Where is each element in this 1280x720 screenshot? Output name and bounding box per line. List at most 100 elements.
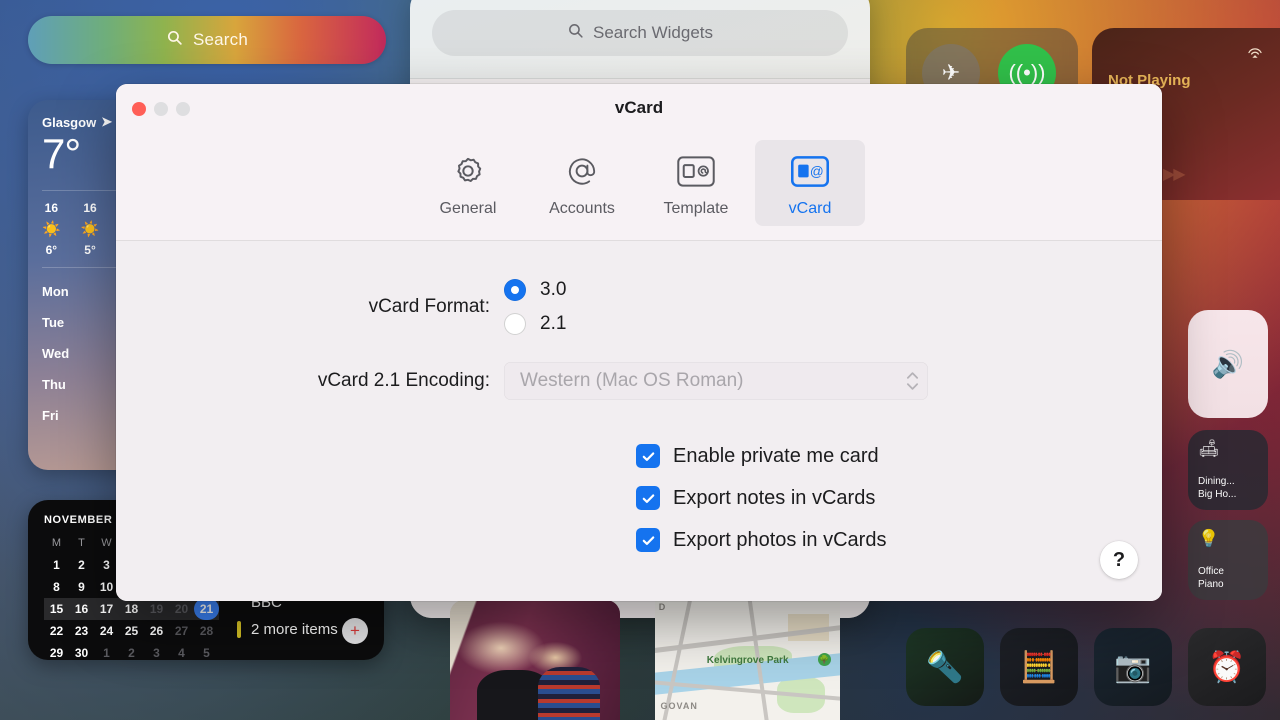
dock: 🔦 🧮 📷 ⏰ xyxy=(906,628,1266,706)
preferences-toolbar: General Accounts Template @ vCard xyxy=(116,140,1162,226)
widget-search-field[interactable]: Search Widgets xyxy=(432,10,848,56)
airplay-icon[interactable] xyxy=(1246,42,1264,65)
checkbox-export-notes-label: Export notes in vCards xyxy=(673,486,876,509)
radio-option-21[interactable]: 2.1 xyxy=(504,313,566,335)
calendar-day: 4 xyxy=(178,646,185,660)
calendar-day: 2 xyxy=(78,558,85,572)
calendar-day: 28 xyxy=(199,624,214,638)
template-icon xyxy=(676,150,716,192)
lamp-icon: 💡 xyxy=(1198,529,1220,548)
home-scene-tile[interactable]: 🛋 Dining... Big Ho... xyxy=(1188,430,1268,510)
calendar-day-today: 21 xyxy=(194,598,219,620)
weather-day-name: Wed xyxy=(42,346,70,362)
photos-widget[interactable] xyxy=(450,600,620,720)
calendar-weekday: M xyxy=(51,537,62,549)
weather-day-name: Fri xyxy=(42,408,59,424)
airplane-icon: ✈ xyxy=(941,60,961,85)
radio-21-indicator[interactable] xyxy=(504,313,526,335)
home-search-placeholder: Search xyxy=(192,30,249,49)
checkbox-enable-private-me-card[interactable]: Enable private me card xyxy=(636,444,1162,468)
vcard-format-label: vCard Format: xyxy=(368,296,490,317)
at-sign-icon xyxy=(564,150,600,192)
speaker-volume-icon: 🔊 xyxy=(1211,348,1245,379)
tab-accounts-label: Accounts xyxy=(549,200,615,217)
home-light-tile[interactable]: 💡 Office Piano xyxy=(1188,520,1268,600)
home-lights-icon: 🛋 xyxy=(1198,439,1220,458)
calendar-day: 26 xyxy=(149,624,164,638)
flashlight-icon[interactable]: 🔦 xyxy=(906,628,984,706)
alarm-clock-icon[interactable]: ⏰ xyxy=(1188,628,1266,706)
vcard-format-radio-group: 3.0 2.1 xyxy=(504,279,566,335)
calendar-day: 15 xyxy=(49,602,64,616)
calendar-add-button[interactable]: + xyxy=(342,618,368,644)
search-icon xyxy=(166,29,183,51)
chevron-updown-icon xyxy=(906,371,919,391)
checkbox-indicator[interactable] xyxy=(636,528,660,552)
tab-template[interactable]: Template xyxy=(641,140,751,226)
tab-general-label: General xyxy=(439,200,497,217)
checkbox-export-notes[interactable]: Export notes in vCards xyxy=(636,486,1162,510)
fast-forward-icon[interactable]: ▶▶ xyxy=(1163,164,1186,184)
page-title: vCard xyxy=(614,98,664,117)
weather-city-label: Glasgow xyxy=(42,114,97,130)
home-search-bar[interactable]: Search xyxy=(28,16,386,64)
calendar-day: 17 xyxy=(99,602,114,616)
camera-icon[interactable]: 📷 xyxy=(1094,628,1172,706)
photo-subject-two xyxy=(538,667,600,720)
calendar-day: 20 xyxy=(174,602,189,616)
weather-day-name: Thu xyxy=(42,377,66,393)
help-button[interactable]: ? xyxy=(1100,541,1138,579)
calendar-day: 5 xyxy=(203,646,210,660)
tab-template-label: Template xyxy=(663,200,729,217)
gear-icon xyxy=(450,150,486,192)
checkbox-enable-private-me-card-label: Enable private me card xyxy=(673,444,879,467)
weather-day-name: Mon xyxy=(42,284,69,300)
calculator-icon[interactable]: 🧮 xyxy=(1000,628,1078,706)
event-color-bar xyxy=(237,621,241,638)
preferences-content: vCard Format: 3.0 2.1 vCard 2.1 Encoding… xyxy=(116,241,1162,601)
calendar-day: 30 xyxy=(74,646,89,660)
widget-search-placeholder: Search Widgets xyxy=(593,23,713,42)
home-scene-line2: Big Ho... xyxy=(1198,488,1237,500)
checkbox-export-photos[interactable]: Export photos in vCards xyxy=(636,528,1162,552)
map-corner-label: D xyxy=(658,602,667,613)
home-scene-label: Dining... Big Ho... xyxy=(1198,476,1258,501)
sun-icon: ☀️ xyxy=(42,221,61,239)
vcard-icon: @ xyxy=(790,150,830,192)
radio-30-indicator[interactable] xyxy=(504,279,526,301)
tab-general[interactable]: General xyxy=(413,140,523,226)
calendar-day: 8 xyxy=(53,580,60,594)
home-light-line1: Office xyxy=(1198,566,1224,577)
volume-control[interactable]: 🔊 xyxy=(1188,310,1268,418)
home-scene-line1: Dining... xyxy=(1198,476,1235,487)
checkbox-indicator[interactable] xyxy=(636,486,660,510)
checkbox-indicator[interactable] xyxy=(636,444,660,468)
radio-30-label: 3.0 xyxy=(540,279,567,300)
weather-hour-temp: 6° xyxy=(45,243,58,258)
sun-icon: ☀️ xyxy=(80,221,100,239)
checkbox-export-photos-label: Export photos in vCards xyxy=(673,528,887,551)
maps-widget[interactable]: D Kelvingrove Park 🌳 GOVAN xyxy=(655,600,840,720)
radio-option-30[interactable]: 3.0 xyxy=(504,279,566,301)
calendar-day: 16 xyxy=(74,602,89,616)
calendar-day: 3 xyxy=(153,646,160,660)
encoding-select[interactable]: Western (Mac OS Roman) xyxy=(504,362,928,400)
calendar-week-row: 22 23 24 25 26 27 28 xyxy=(44,620,219,642)
weather-hour-time: 16 xyxy=(83,201,97,216)
calendar-day: 23 xyxy=(74,624,89,638)
calendar-weekday: T xyxy=(78,537,85,549)
calendar-day: 22 xyxy=(49,624,64,638)
home-light-line2: Piano xyxy=(1198,578,1224,590)
location-arrow-icon: ➤ xyxy=(101,114,113,129)
map-area-label: GOVAN xyxy=(660,700,698,711)
tab-accounts[interactable]: Accounts xyxy=(527,140,637,226)
tab-vcard[interactable]: @ vCard xyxy=(755,140,865,226)
vcard-options-checkbox-group: Enable private me card Export notes in v… xyxy=(116,444,1162,552)
weather-hour-time: 16 xyxy=(44,201,59,216)
park-pin-icon: 🌳 xyxy=(817,652,831,666)
vcard-format-field: vCard Format: 3.0 2.1 xyxy=(116,279,1162,335)
vcard-encoding-label: vCard 2.1 Encoding: xyxy=(317,370,490,391)
radio-21-label: 2.1 xyxy=(540,313,567,334)
calendar-day: 1 xyxy=(103,646,110,660)
calendar-day: 29 xyxy=(49,646,64,660)
